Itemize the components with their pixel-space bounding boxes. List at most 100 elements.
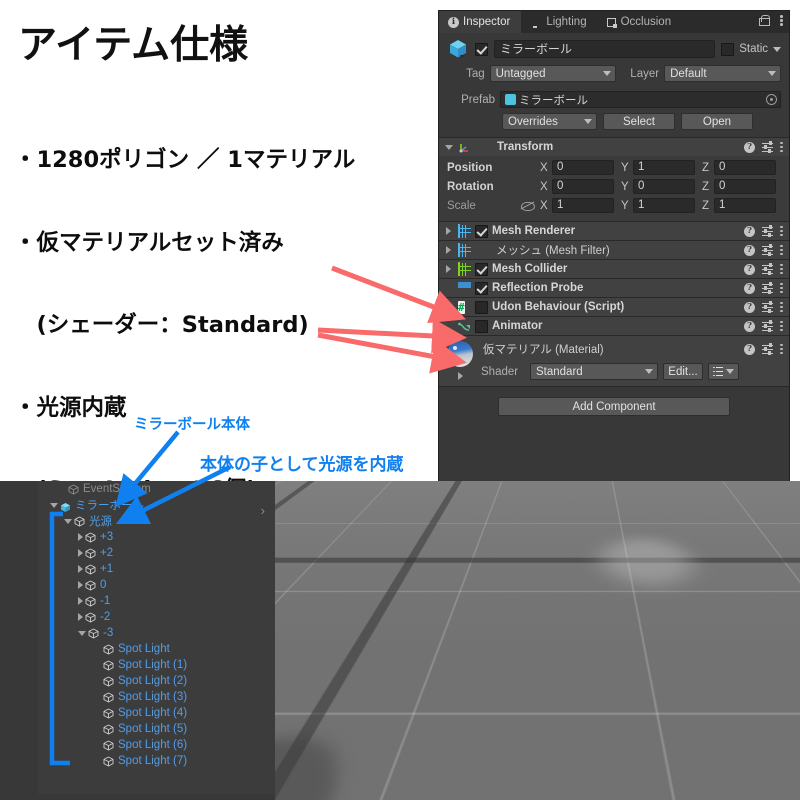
foldout-arrow[interactable] [78, 549, 83, 557]
foldout-arrow[interactable] [78, 613, 83, 621]
object-picker-icon[interactable] [766, 94, 777, 105]
list-item[interactable]: Spot Light (2) [38, 673, 275, 689]
list-item[interactable]: 光源 [38, 513, 275, 529]
prefab-object-field[interactable]: ミラーボール [500, 91, 781, 108]
static-checkbox[interactable] [721, 43, 734, 56]
lock-icon[interactable] [753, 15, 774, 29]
foldout-arrow[interactable] [443, 227, 454, 235]
kebab-menu-icon[interactable] [780, 224, 783, 238]
foldout-arrow[interactable] [78, 565, 83, 573]
help-icon[interactable]: ? [744, 245, 755, 256]
mesh-collider-enabled-checkbox[interactable] [475, 263, 488, 276]
scale-y-input[interactable]: 1 [633, 198, 695, 213]
unity-scene-view[interactable]: com Powered By VRChat ✛ ✛ ✛ [275, 481, 800, 800]
list-item[interactable]: Spot Light (5) [38, 721, 275, 737]
chevron-down-icon[interactable] [773, 47, 781, 52]
scale-x-input[interactable]: 1 [552, 198, 614, 213]
foldout-arrow[interactable] [78, 581, 83, 589]
component-header-mesh-filter[interactable]: メッシュ (Mesh Filter) ? [439, 241, 789, 259]
list-item[interactable]: Spot Light [38, 641, 275, 657]
foldout-arrow[interactable] [64, 519, 72, 524]
list-item[interactable]: ミラーボール [38, 497, 275, 513]
list-item[interactable]: -2 [38, 609, 275, 625]
list-item[interactable]: Spot Light (3) [38, 689, 275, 705]
help-icon[interactable]: ? [744, 283, 755, 294]
preset-icon[interactable] [762, 226, 773, 237]
animator-enabled-checkbox[interactable] [475, 320, 488, 333]
shader-dropdown[interactable]: Standard [530, 363, 658, 380]
component-header-transform[interactable]: Transform ? [439, 138, 789, 156]
kebab-menu-icon[interactable] [780, 281, 783, 295]
list-item[interactable]: Spot Light (6) [38, 737, 275, 753]
layer-dropdown[interactable]: Default [664, 65, 781, 82]
preset-icon[interactable] [762, 344, 773, 355]
object-enabled-checkbox[interactable] [475, 43, 488, 56]
list-item[interactable]: +2 [38, 545, 275, 561]
preset-icon[interactable] [762, 302, 773, 313]
rotation-x-input[interactable]: 0 [552, 179, 614, 194]
transform-foldout[interactable] [443, 145, 454, 150]
component-header-mesh-renderer[interactable]: Mesh Renderer ? [439, 222, 789, 240]
position-z-input[interactable]: 0 [714, 160, 776, 175]
help-icon[interactable]: ? [744, 226, 755, 237]
preset-icon[interactable] [762, 264, 773, 275]
foldout-arrow[interactable] [443, 265, 454, 273]
kebab-menu-icon[interactable] [780, 140, 783, 154]
static-control[interactable]: Static [721, 43, 781, 56]
list-item[interactable]: Spot Light (4) [38, 705, 275, 721]
preset-icon[interactable] [762, 321, 773, 332]
help-icon[interactable]: ? [744, 264, 755, 275]
foldout-arrow[interactable] [443, 246, 454, 254]
edit-shader-button[interactable]: Edit... [663, 363, 703, 380]
component-header-mesh-collider[interactable]: Mesh Collider ? [439, 260, 789, 278]
material-foldout[interactable] [458, 372, 463, 380]
object-name-input[interactable]: ミラーボール [494, 40, 715, 58]
list-item[interactable]: 0 [38, 577, 275, 593]
help-icon[interactable]: ? [744, 344, 755, 355]
tab-inspector[interactable]: i Inspector [439, 11, 521, 33]
list-item[interactable]: +3 [38, 529, 275, 545]
select-button[interactable]: Select [603, 113, 675, 130]
position-x-input[interactable]: 0 [552, 160, 614, 175]
component-header-reflection-probe[interactable]: Reflection Probe ? [439, 279, 789, 297]
kebab-menu-icon[interactable] [774, 14, 789, 31]
help-icon[interactable]: ? [744, 142, 755, 153]
component-header-animator[interactable]: Animator ? [439, 317, 789, 335]
component-header-udon-behaviour[interactable]: # Udon Behaviour (Script) ? [439, 298, 789, 316]
reflection-probe-enabled-checkbox[interactable] [475, 282, 488, 295]
rotation-z-input[interactable]: 0 [714, 179, 776, 194]
selection-frame-icon[interactable] [281, 507, 308, 527]
tab-lighting[interactable]: Lighting [521, 11, 597, 33]
hierarchy-expand-chevron[interactable]: › [261, 503, 265, 518]
preset-icon[interactable] [762, 283, 773, 294]
list-item[interactable]: Spot Light (7) [38, 753, 275, 769]
help-icon[interactable]: ? [744, 302, 755, 313]
foldout-arrow[interactable] [50, 503, 58, 508]
mesh-renderer-enabled-checkbox[interactable] [475, 225, 488, 238]
preset-icon[interactable] [762, 245, 773, 256]
foldout-arrow[interactable] [78, 533, 83, 541]
list-item[interactable]: -3 [38, 625, 275, 641]
kebab-menu-icon[interactable] [780, 262, 783, 276]
open-button[interactable]: Open [681, 113, 753, 130]
maximize-icon[interactable] [281, 486, 308, 506]
list-item[interactable]: Spot Light (1) [38, 657, 275, 673]
kebab-menu-icon[interactable] [780, 342, 783, 356]
help-icon[interactable]: ? [744, 321, 755, 332]
shader-list-button[interactable] [708, 363, 739, 380]
list-item[interactable]: +1 [38, 561, 275, 577]
gizmo-sphere-icon[interactable] [281, 528, 308, 548]
foldout-arrow[interactable] [78, 597, 83, 605]
tab-occlusion[interactable]: Occlusion [598, 11, 683, 33]
kebab-menu-icon[interactable] [780, 243, 783, 257]
rotation-y-input[interactable]: 0 [633, 179, 695, 194]
scale-z-input[interactable]: 1 [714, 198, 776, 213]
preset-icon[interactable] [762, 142, 773, 153]
udon-behaviour-enabled-checkbox[interactable] [475, 301, 488, 314]
overrides-dropdown[interactable]: Overrides [502, 113, 597, 130]
position-y-input[interactable]: 1 [633, 160, 695, 175]
foldout-arrow[interactable] [78, 631, 86, 636]
add-component-button[interactable]: Add Component [498, 397, 730, 416]
kebab-menu-icon[interactable] [780, 300, 783, 314]
constrain-proportions-off-icon[interactable] [521, 200, 535, 211]
